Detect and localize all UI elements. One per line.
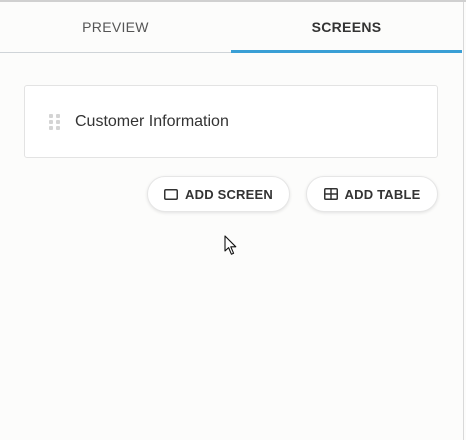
screens-panel: PREVIEW SCREENS Customer Information ADD… <box>0 0 466 440</box>
screen-item-label: Customer Information <box>75 112 229 130</box>
mouse-pointer-icon <box>224 235 238 261</box>
add-screen-label: ADD SCREEN <box>185 186 273 202</box>
tab-screens[interactable]: SCREENS <box>231 2 462 53</box>
drag-handle-icon[interactable] <box>49 113 61 130</box>
add-screen-button[interactable]: ADD SCREEN <box>147 176 290 212</box>
screen-item[interactable]: Customer Information <box>24 85 438 158</box>
table-icon <box>323 188 338 200</box>
add-table-label: ADD TABLE <box>344 186 421 202</box>
tab-bar: PREVIEW SCREENS <box>0 2 462 53</box>
tab-preview[interactable]: PREVIEW <box>0 2 231 52</box>
add-table-button[interactable]: ADD TABLE <box>306 176 438 212</box>
screen-icon <box>164 188 179 200</box>
